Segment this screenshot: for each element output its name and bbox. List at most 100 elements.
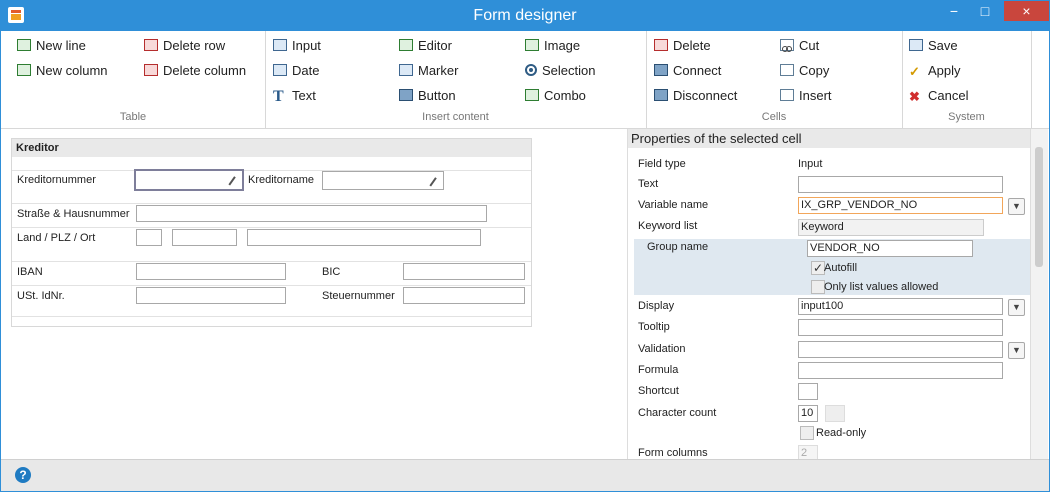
save-button[interactable]: Save bbox=[909, 35, 958, 57]
selection-button[interactable]: Selection bbox=[525, 60, 595, 82]
land-field[interactable] bbox=[136, 229, 162, 246]
form-section-title: Kreditor bbox=[12, 139, 531, 157]
cut-button[interactable]: Cut bbox=[780, 35, 819, 57]
button-button[interactable]: Button bbox=[399, 85, 456, 107]
ribbon: New line New column Delete row Delete co… bbox=[1, 31, 1049, 129]
bic-label: BIC bbox=[322, 266, 341, 278]
iban-field[interactable] bbox=[136, 263, 286, 280]
formula-field[interactable] bbox=[798, 362, 1003, 379]
autofill-checkbox[interactable]: ✓ bbox=[811, 261, 825, 275]
plz-field[interactable] bbox=[172, 229, 237, 246]
display-dropdown[interactable]: ▼ bbox=[1008, 299, 1025, 316]
tooltip-field[interactable] bbox=[798, 319, 1003, 336]
new-line-icon bbox=[17, 39, 31, 51]
minimize-button[interactable]: − bbox=[940, 1, 968, 21]
ust-field[interactable] bbox=[136, 287, 286, 304]
connect-icon bbox=[654, 64, 668, 76]
form-card: Kreditor Kreditornummer Kreditorname Str… bbox=[11, 138, 532, 327]
delete-row-button[interactable]: Delete row bbox=[144, 35, 225, 57]
iban-label: IBAN bbox=[17, 266, 43, 278]
input-button[interactable]: Input bbox=[273, 35, 321, 57]
cancel-button[interactable]: ✖ Cancel bbox=[909, 85, 968, 107]
strasse-field[interactable] bbox=[136, 205, 487, 222]
selection-icon bbox=[525, 64, 537, 76]
table-group: New line New column Delete row Delete co… bbox=[1, 31, 266, 128]
display-field[interactable]: input100 bbox=[798, 298, 1003, 315]
bic-field[interactable] bbox=[403, 263, 525, 280]
kreditorname-field[interactable] bbox=[322, 171, 444, 190]
readonly-checkbox[interactable] bbox=[800, 426, 814, 440]
shortcut-label: Shortcut bbox=[638, 385, 679, 397]
keyword-list-select[interactable]: Keyword bbox=[798, 219, 984, 236]
field-type-label: Field type bbox=[638, 158, 686, 170]
insert-icon bbox=[780, 89, 794, 101]
title-bar: Form designer − □ × bbox=[1, 1, 1049, 31]
marker-button[interactable]: Marker bbox=[399, 60, 458, 82]
date-button[interactable]: Date bbox=[273, 60, 319, 82]
keyword-list-label: Keyword list bbox=[638, 220, 698, 232]
group-section: Group name VENDOR_NO ✓ Autofill Only lis… bbox=[634, 239, 1030, 295]
only-list-values-label: Only list values allowed bbox=[824, 281, 939, 293]
properties-scrollbar[interactable] bbox=[1030, 129, 1048, 459]
cancel-icon: ✖ bbox=[909, 89, 920, 104]
image-icon bbox=[525, 39, 539, 51]
new-column-button[interactable]: New column bbox=[17, 60, 108, 82]
date-label: Date bbox=[292, 63, 320, 78]
text-field[interactable] bbox=[798, 176, 1003, 193]
group-name-label: Group name bbox=[647, 241, 709, 253]
insert-button[interactable]: Insert bbox=[780, 85, 832, 107]
date-icon bbox=[273, 64, 287, 76]
formula-label: Formula bbox=[638, 364, 679, 376]
shortcut-field[interactable] bbox=[798, 383, 818, 400]
insert-label: Insert bbox=[799, 88, 832, 103]
new-line-button[interactable]: New line bbox=[17, 35, 86, 57]
validation-dropdown[interactable]: ▼ bbox=[1008, 342, 1025, 359]
cells-group: Delete Connect Disconnect Cut Copy Inser… bbox=[646, 31, 903, 128]
properties-panel: Properties of the selected cell Field ty… bbox=[627, 129, 1048, 462]
group-name-field[interactable]: VENDOR_NO bbox=[807, 240, 973, 257]
editor-button[interactable]: Editor bbox=[399, 35, 452, 57]
character-count-spinner[interactable] bbox=[825, 405, 845, 422]
only-list-values-checkbox[interactable] bbox=[811, 280, 825, 294]
cut-label: Cut bbox=[799, 38, 820, 53]
readonly-label: Read-only bbox=[816, 427, 867, 439]
disconnect-button[interactable]: Disconnect bbox=[654, 85, 737, 107]
ort-field[interactable] bbox=[247, 229, 481, 246]
combo-button[interactable]: Combo bbox=[525, 85, 586, 107]
text-label: Text bbox=[638, 178, 659, 190]
variable-name-field[interactable]: IX_GRP_VENDOR_NO bbox=[798, 197, 1003, 214]
autofill-label: Autofill bbox=[824, 262, 858, 274]
steuernummer-field[interactable] bbox=[403, 287, 525, 304]
variable-name-dropdown[interactable]: ▼ bbox=[1008, 198, 1025, 215]
image-button[interactable]: Image bbox=[525, 35, 580, 57]
text-button[interactable]: T Text bbox=[273, 85, 316, 107]
copy-label: Copy bbox=[799, 63, 830, 78]
kreditornummer-field[interactable] bbox=[134, 169, 244, 191]
copy-button[interactable]: Copy bbox=[780, 60, 829, 82]
disconnect-label: Disconnect bbox=[673, 88, 738, 103]
validation-field[interactable] bbox=[798, 341, 1003, 358]
delete-column-label: Delete column bbox=[163, 63, 247, 78]
display-label: Display bbox=[638, 300, 675, 312]
button-icon bbox=[399, 89, 413, 101]
apply-label: Apply bbox=[928, 63, 961, 78]
editor-icon bbox=[399, 39, 413, 51]
apply-button[interactable]: ✓ Apply bbox=[909, 60, 961, 82]
disconnect-icon bbox=[654, 89, 668, 101]
help-icon[interactable]: ? bbox=[15, 467, 31, 483]
table-group-label: Table bbox=[119, 111, 147, 123]
kreditornummer-label: Kreditornummer bbox=[17, 174, 96, 186]
scroll-thumb[interactable] bbox=[1035, 147, 1043, 267]
character-count-field[interactable]: 10 bbox=[798, 405, 818, 422]
connect-button[interactable]: Connect bbox=[654, 60, 721, 82]
variable-name-label: Variable name bbox=[638, 199, 709, 211]
close-button[interactable]: × bbox=[1004, 1, 1049, 21]
tooltip-label: Tooltip bbox=[638, 321, 670, 333]
delete-column-button[interactable]: Delete column bbox=[144, 60, 246, 82]
properties-title: Properties of the selected cell bbox=[628, 129, 1033, 148]
delete-cell-button[interactable]: Delete bbox=[654, 35, 711, 57]
text-icon: T bbox=[273, 88, 284, 105]
new-column-label: New column bbox=[36, 63, 108, 78]
button-label: Button bbox=[418, 88, 456, 103]
maximize-button[interactable]: □ bbox=[971, 1, 999, 21]
